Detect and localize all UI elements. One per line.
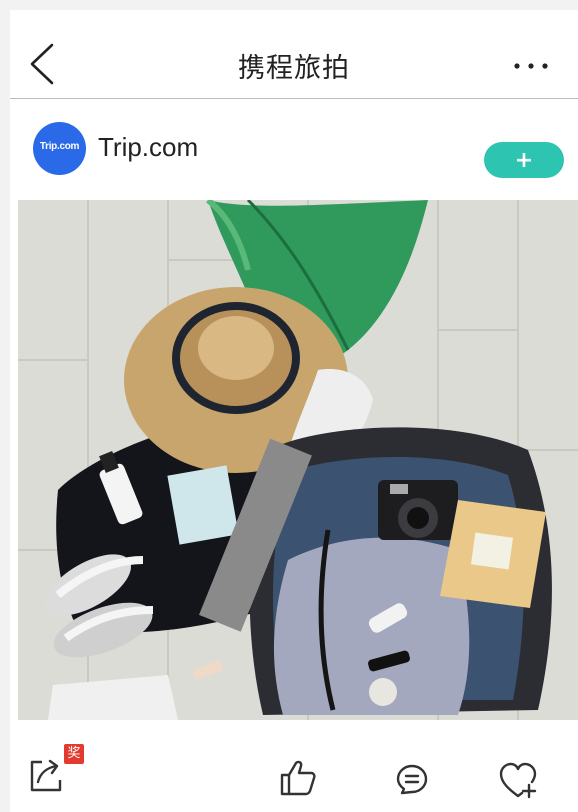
share-icon <box>30 759 62 792</box>
collect-icon <box>499 762 537 799</box>
author-row: Trip.com Trip.com + <box>10 100 578 200</box>
comment-icon <box>396 764 428 795</box>
travel-photo <box>18 200 578 720</box>
page-title: 携程旅拍 <box>238 53 350 84</box>
collect-button[interactable] <box>498 760 538 800</box>
top-nav-bar: 携程旅拍 <box>10 10 578 99</box>
more-button[interactable] <box>508 56 554 76</box>
comment-button[interactable] <box>394 762 430 798</box>
share-button[interactable] <box>26 752 68 794</box>
post-screen: 携程旅拍 Trip.com Trip.com + 奖 <box>10 10 578 812</box>
reward-badge: 奖 <box>64 744 84 764</box>
like-icon <box>280 760 316 796</box>
like-button[interactable] <box>278 758 318 798</box>
more-dots-icon <box>514 63 548 69</box>
avatar[interactable]: Trip.com <box>33 122 86 175</box>
follow-button[interactable]: + <box>484 142 564 178</box>
post-photo[interactable] <box>18 200 578 720</box>
avatar-logo-text: Trip.com <box>39 141 80 152</box>
action-bar: 奖 <box>10 720 578 812</box>
author-name[interactable]: Trip.com <box>98 132 198 163</box>
